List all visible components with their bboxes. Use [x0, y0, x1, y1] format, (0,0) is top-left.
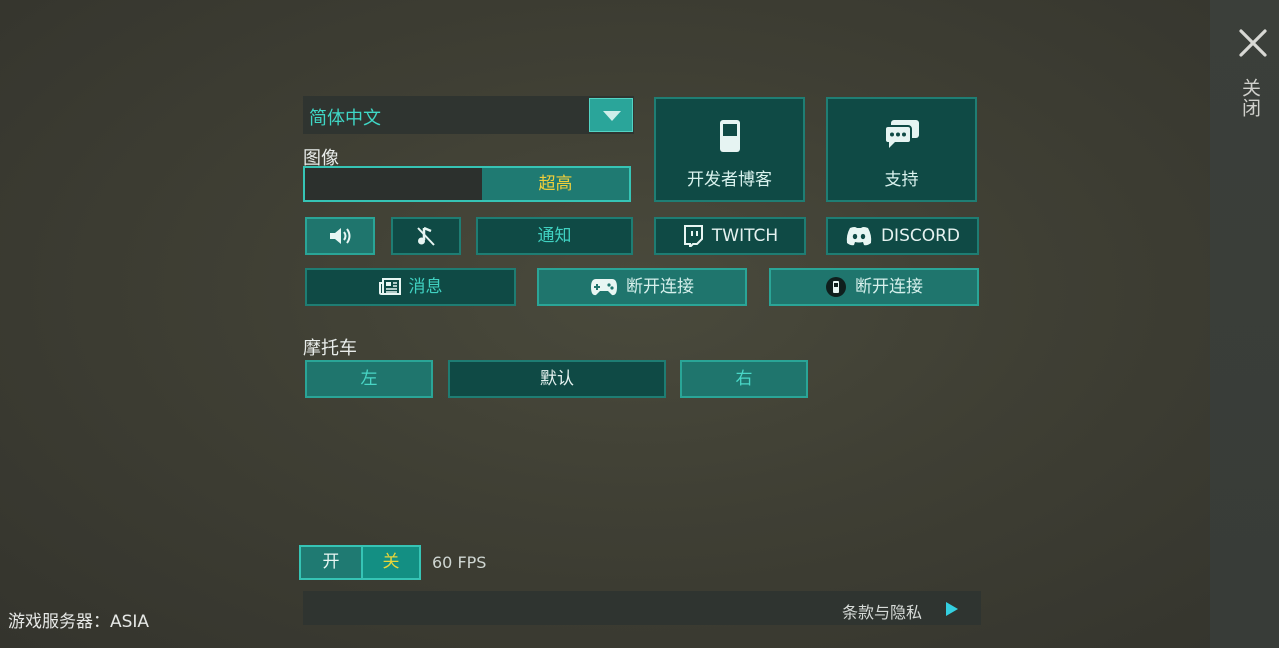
- twitch-label: TWITCH: [711, 226, 779, 246]
- sound-toggle-button[interactable]: [305, 217, 375, 255]
- dev-blog-button[interactable]: 开发者博客: [654, 97, 805, 202]
- music-off-icon: [417, 226, 435, 246]
- disconnect-gamepad-label: 断开连接: [626, 277, 694, 297]
- discord-icon: [846, 227, 872, 246]
- disconnect-device-button[interactable]: 断开连接: [769, 268, 979, 306]
- fps-on-option[interactable]: 开: [301, 547, 361, 578]
- fps-toggle[interactable]: 开 关: [299, 545, 421, 580]
- play-arrow-icon[interactable]: [946, 601, 958, 620]
- graphics-slider-track[interactable]: [305, 168, 482, 200]
- graphics-value[interactable]: 超高: [482, 168, 629, 200]
- fps-off-option[interactable]: 关: [361, 547, 419, 578]
- close-label[interactable]: 关闭: [1239, 78, 1264, 118]
- language-selected-value: 简体中文: [309, 108, 381, 129]
- chevron-down-icon: [603, 111, 621, 121]
- terms-privacy-label[interactable]: 条款与隐私: [842, 599, 922, 623]
- phone-icon: [719, 120, 740, 152]
- disconnect-device-label: 断开连接: [855, 277, 923, 297]
- motorcycle-right-button[interactable]: 右: [680, 360, 808, 398]
- fps-value: 60 FPS: [432, 553, 487, 572]
- discord-button[interactable]: DISCORD: [826, 217, 979, 255]
- dev-blog-label: 开发者博客: [687, 170, 772, 190]
- phone-circle-icon: [826, 277, 846, 297]
- close-icon[interactable]: [1238, 28, 1268, 58]
- twitch-button[interactable]: TWITCH: [654, 217, 806, 255]
- support-label: 支持: [884, 170, 919, 190]
- motorcycle-left-button[interactable]: 左: [305, 360, 433, 398]
- motorcycle-label: 摩托车: [303, 338, 357, 359]
- music-toggle-button[interactable]: [391, 217, 461, 255]
- discord-label: DISCORD: [880, 226, 961, 246]
- gamepad-icon: [591, 279, 617, 296]
- news-label: 消息: [408, 277, 443, 297]
- speaker-icon: [330, 228, 351, 244]
- language-dropdown-button[interactable]: [589, 98, 633, 132]
- game-server-label: 游戏服务器：ASIA: [8, 612, 150, 632]
- motorcycle-default-button[interactable]: 默认: [448, 360, 666, 398]
- graphics-slider[interactable]: 超高: [303, 166, 631, 202]
- support-button[interactable]: 支持: [826, 97, 977, 202]
- news-button[interactable]: 消息: [305, 268, 516, 306]
- newspaper-icon: [378, 278, 401, 295]
- chat-bubbles-icon: [883, 120, 919, 148]
- disconnect-gamepad-button[interactable]: 断开连接: [537, 268, 747, 306]
- notice-button[interactable]: 通知: [476, 217, 633, 255]
- twitch-icon: [683, 225, 703, 247]
